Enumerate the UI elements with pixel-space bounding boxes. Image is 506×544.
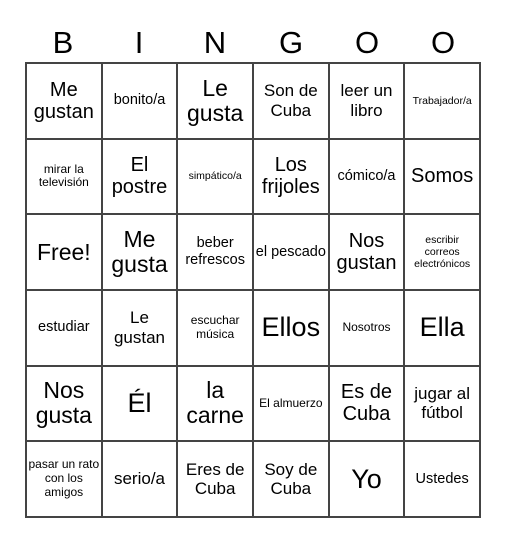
bingo-cell[interactable]: Soy de Cuba bbox=[252, 441, 329, 517]
cell-text: Somos bbox=[411, 165, 474, 188]
header-letter: B bbox=[52, 25, 74, 60]
bingo-cell[interactable]: Le gusta bbox=[177, 63, 253, 139]
bingo-cell[interactable]: Yo bbox=[328, 441, 405, 517]
header-letter: O bbox=[430, 25, 456, 60]
bingo-cell[interactable]: Ellos bbox=[252, 289, 329, 366]
bingo-cell[interactable]: la carne bbox=[177, 365, 253, 442]
bingo-cell[interactable]: Nosotros bbox=[328, 289, 405, 366]
cell-text: Trabajador/a bbox=[412, 94, 472, 107]
bingo-cell[interactable]: escuchar música bbox=[177, 289, 253, 366]
cell-text: Le gusta bbox=[187, 74, 244, 126]
bingo-cell[interactable]: Somos bbox=[404, 138, 480, 215]
cell-text: mirar la televisión bbox=[38, 161, 89, 190]
cell-text: El postre bbox=[111, 154, 168, 199]
cell-text: estudiar bbox=[38, 319, 90, 336]
header-letter: G bbox=[278, 25, 304, 60]
bingo-cell[interactable]: Ella bbox=[404, 289, 480, 366]
cell-text: Me gustan bbox=[33, 78, 94, 123]
cell-text: pasar un rato con los amigos bbox=[28, 457, 100, 500]
cell-text: leer un libro bbox=[340, 81, 393, 120]
cell-text: serio/a bbox=[113, 469, 165, 489]
bingo-cell[interactable]: Es de Cuba bbox=[328, 365, 405, 442]
bingo-cell[interactable]: leer un libro bbox=[328, 63, 405, 139]
bingo-cell[interactable]: el pescado bbox=[252, 214, 329, 290]
bingo-cell[interactable]: El postre bbox=[101, 138, 178, 215]
bingo-cell[interactable]: pasar un rato con los amigos bbox=[26, 441, 102, 517]
cell-text: Ellos bbox=[261, 312, 321, 343]
cell-text: Free! bbox=[36, 238, 91, 265]
bingo-cell[interactable]: mirar la televisión bbox=[26, 138, 102, 215]
cell-text: El almuerzo bbox=[259, 395, 323, 410]
bingo-cell[interactable]: Me gustan bbox=[26, 63, 102, 139]
cell-text: bonito/a bbox=[113, 92, 166, 109]
bingo-cell[interactable]: Eres de Cuba bbox=[177, 441, 253, 517]
cell-text: cómico/a bbox=[337, 168, 396, 185]
bingo-cell[interactable]: Los frijoles bbox=[252, 138, 329, 215]
bingo-cell[interactable]: Nos gustan bbox=[328, 214, 405, 290]
cell-text: Me gusta bbox=[111, 225, 168, 278]
cell-text: jugar al fútbol bbox=[414, 383, 471, 423]
cell-text: Nos gusta bbox=[35, 377, 92, 429]
cell-text: el pescado bbox=[255, 243, 326, 260]
cell-text: escribir correos electrónicos bbox=[414, 234, 471, 271]
cell-text: Nos gustan bbox=[336, 230, 397, 275]
bingo-cell[interactable]: cómico/a bbox=[328, 138, 405, 215]
cell-text: simpático/a bbox=[188, 170, 242, 183]
cell-text: la carne bbox=[186, 377, 244, 429]
bingo-cell[interactable]: jugar al fútbol bbox=[404, 365, 480, 442]
bingo-cell[interactable]: Ustedes bbox=[404, 441, 480, 517]
header-letter: O bbox=[354, 25, 380, 60]
bingo-cell[interactable]: estudiar bbox=[26, 289, 102, 366]
cell-text: Los frijoles bbox=[261, 154, 320, 199]
header-letter: N bbox=[203, 25, 227, 60]
cell-text: Le gustan bbox=[113, 308, 166, 347]
cell-text: Él bbox=[127, 387, 152, 418]
bingo-cell[interactable]: Nos gusta bbox=[26, 365, 102, 442]
cell-text: Nosotros bbox=[342, 319, 391, 334]
free-space-cell[interactable]: Free! bbox=[26, 214, 102, 290]
bingo-cell[interactable]: Son de Cuba bbox=[252, 63, 329, 139]
bingo-cell[interactable]: simpático/a bbox=[177, 138, 253, 215]
bingo-card: Me gustan bonito/a Le gusta Son de Cuba leer… bbox=[25, 62, 481, 518]
bingo-cell[interactable]: beber refrescos bbox=[177, 214, 253, 290]
cell-text: Ustedes bbox=[415, 470, 469, 487]
bingo-cell[interactable]: escribir correos electrónicos bbox=[404, 214, 480, 290]
cell-text: Yo bbox=[351, 463, 382, 494]
bingo-header: BINGOO bbox=[25, 24, 481, 62]
bingo-cell[interactable]: serio/a bbox=[101, 441, 178, 517]
bingo-cell[interactable]: Me gusta bbox=[101, 214, 178, 290]
bingo-cell[interactable]: El almuerzo bbox=[252, 365, 329, 442]
cell-text: escuchar música bbox=[190, 313, 240, 341]
bingo-cell[interactable]: Le gustan bbox=[101, 289, 178, 366]
cell-text: Eres de Cuba bbox=[185, 459, 245, 499]
bingo-cell[interactable]: Él bbox=[101, 365, 178, 442]
cell-text: Es de Cuba bbox=[340, 381, 393, 426]
cell-text: Ella bbox=[419, 312, 465, 343]
header-letter: I bbox=[134, 25, 144, 60]
cell-text: Soy de Cuba bbox=[264, 459, 318, 499]
cell-text: Son de Cuba bbox=[263, 81, 318, 120]
bingo-cell[interactable]: Trabajador/a bbox=[404, 63, 480, 139]
bingo-cell[interactable]: bonito/a bbox=[101, 63, 178, 139]
cell-text: beber refrescos bbox=[185, 235, 245, 269]
